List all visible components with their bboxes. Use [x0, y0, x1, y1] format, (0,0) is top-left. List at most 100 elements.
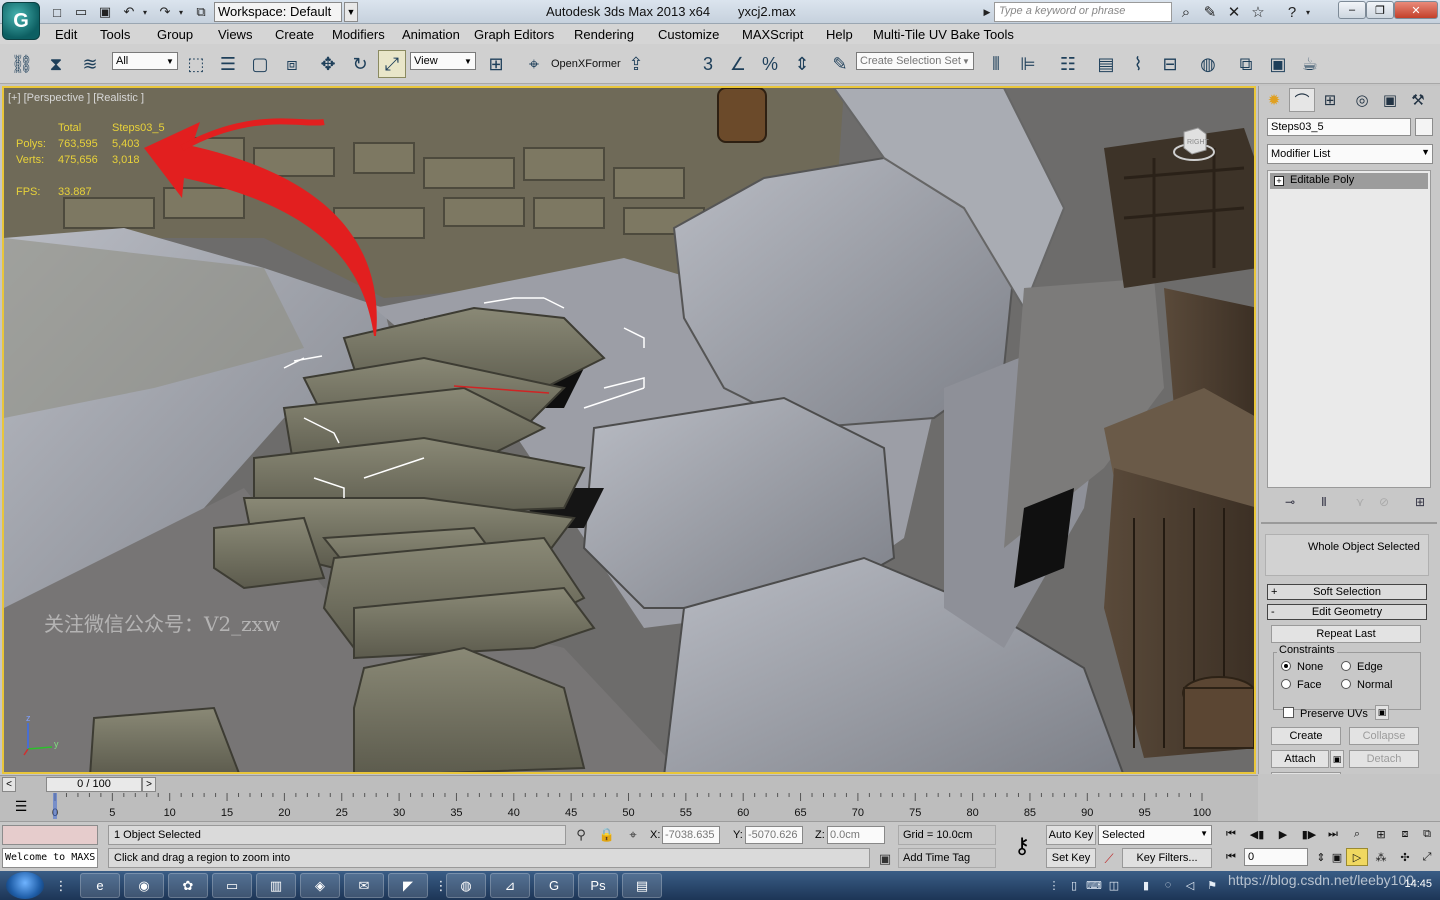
infocenter-search-input[interactable]: Type a keyword or phrase: [994, 2, 1172, 22]
attach-button[interactable]: Attach: [1271, 750, 1329, 768]
close-button[interactable]: ✕: [1394, 1, 1438, 19]
edit-geometry-rollout[interactable]: - Edit Geometry: [1267, 604, 1427, 620]
time-slider-prev-icon[interactable]: <: [2, 777, 16, 792]
photoshop-icon[interactable]: Ps: [578, 873, 618, 898]
redo-dropdown-icon[interactable]: ▾: [176, 3, 186, 21]
openxformer-icon[interactable]: ⌖: [520, 50, 548, 78]
menu-tools[interactable]: Tools: [100, 27, 130, 42]
make-unique-icon[interactable]: ⋎: [1351, 494, 1369, 510]
workspace-dropdown[interactable]: Workspace: Default: [214, 2, 342, 22]
layer-manager-icon[interactable]: ☷: [1054, 50, 1082, 78]
previous-frame-icon[interactable]: ◀▮: [1246, 825, 1268, 843]
keyboard-shortcut-override-icon[interactable]: ⇪: [622, 50, 650, 78]
mirror-icon[interactable]: ⫴: [982, 50, 1010, 78]
favorites-star-icon[interactable]: ☆: [1248, 3, 1268, 21]
undo-dropdown-icon[interactable]: ▾: [140, 3, 150, 21]
time-slider[interactable]: < 0 / 100 >: [0, 775, 1258, 793]
notepad-icon[interactable]: ▤: [622, 873, 662, 898]
select-and-scale-icon[interactable]: ⤢: [378, 50, 406, 78]
tray-flag-icon[interactable]: ⚑: [1204, 877, 1220, 893]
app-icon-globe[interactable]: ◍: [446, 873, 486, 898]
time-tag-icon[interactable]: ▣: [876, 850, 894, 868]
create-button[interactable]: Create: [1271, 727, 1341, 745]
modifier-list-dropdown[interactable]: Modifier List ▼: [1267, 144, 1433, 164]
collapse-button[interactable]: Collapse: [1349, 727, 1419, 745]
select-object-icon[interactable]: ⬚: [182, 50, 210, 78]
menu-rendering[interactable]: Rendering: [574, 27, 634, 42]
perspective-viewport[interactable]: [+] [Perspective ] [Realistic ] Total St…: [2, 86, 1256, 774]
menu-modifiers[interactable]: Modifiers: [332, 27, 385, 42]
chart-app-icon[interactable]: ▥: [256, 873, 296, 898]
window-crossing-icon[interactable]: ⧈: [278, 50, 306, 78]
y-coord-field[interactable]: -5070.626: [745, 826, 803, 844]
selection-filter-dropdown[interactable]: All ▼: [112, 52, 178, 70]
named-selection-dropdown[interactable]: Create Selection Set ▼: [856, 52, 974, 70]
maximize-viewport-icon[interactable]: ⤢: [1416, 848, 1438, 866]
bind-spacewarp-icon[interactable]: ≋: [76, 50, 104, 78]
menu-multitile-uv[interactable]: Multi-Tile UV Bake Tools: [873, 27, 1014, 42]
rectangular-selection-icon[interactable]: ▢: [246, 50, 274, 78]
percent-snap-icon[interactable]: %: [756, 50, 784, 78]
photo-app-icon[interactable]: ✿: [168, 873, 208, 898]
create-tab-icon[interactable]: ✹: [1261, 88, 1287, 112]
configure-modifier-sets-icon[interactable]: ⊞: [1411, 494, 1429, 510]
chrome-icon[interactable]: ◉: [124, 873, 164, 898]
minimize-button[interactable]: –: [1338, 1, 1366, 19]
curve-editor-icon[interactable]: ⌇: [1124, 50, 1152, 78]
utilities-tab-icon[interactable]: ⚒: [1405, 88, 1431, 112]
spinner-snap-icon[interactable]: ⇕: [788, 50, 816, 78]
pin-stack-icon[interactable]: ⊸: [1281, 494, 1299, 510]
show-end-result-icon[interactable]: Ⅱ: [1315, 494, 1333, 510]
project-folder-icon[interactable]: ⧉: [192, 3, 210, 21]
time-slider-next-icon[interactable]: >: [142, 777, 156, 792]
object-color-swatch[interactable]: [1415, 118, 1433, 136]
play-icon[interactable]: ▶: [1272, 825, 1294, 843]
remove-modifier-icon[interactable]: ⊘: [1375, 494, 1393, 510]
tray-network-icon[interactable]: ◌: [1160, 877, 1176, 893]
app-icon-green[interactable]: ◤: [388, 873, 428, 898]
tray-app-icon[interactable]: ◫: [1106, 877, 1122, 893]
app-menu-button[interactable]: G: [2, 2, 40, 40]
z-coord-field[interactable]: 0.0cm: [827, 826, 885, 844]
menu-help[interactable]: Help: [826, 27, 853, 42]
menu-create[interactable]: Create: [275, 27, 314, 42]
maxscript-listener-mini[interactable]: [2, 825, 98, 845]
hierarchy-tab-icon[interactable]: ⊞: [1317, 88, 1343, 112]
soft-selection-rollout[interactable]: + Soft Selection: [1267, 584, 1427, 600]
time-slider-thumb[interactable]: 0 / 100: [46, 777, 142, 792]
menu-maxscript[interactable]: MAXScript: [742, 27, 803, 42]
angle-snap-icon[interactable]: ∠: [724, 50, 752, 78]
communication-icon[interactable]: ✕: [1224, 3, 1244, 21]
open-file-icon[interactable]: ▭: [72, 3, 90, 21]
schematic-view-icon[interactable]: ⊟: [1156, 50, 1184, 78]
select-and-rotate-icon[interactable]: ↻: [346, 50, 374, 78]
zoom-extents-icon[interactable]: ⧈: [1394, 825, 1416, 843]
menu-animation[interactable]: Animation: [402, 27, 460, 42]
menu-group[interactable]: Group: [157, 27, 193, 42]
tray-pdf-icon[interactable]: ▯: [1066, 877, 1082, 893]
motion-tab-icon[interactable]: ◎: [1349, 88, 1375, 112]
3dsmax-task-icon[interactable]: G: [534, 873, 574, 898]
add-time-tag-button[interactable]: Add Time Tag: [898, 848, 996, 868]
ie-browser-icon[interactable]: e: [80, 873, 120, 898]
render-production-icon[interactable]: ☕: [1296, 50, 1324, 78]
viewcube[interactable]: RIGHT: [1172, 122, 1216, 166]
select-and-link-icon[interactable]: ⛓: [8, 50, 36, 78]
object-name-field[interactable]: Steps03_5: [1267, 118, 1411, 136]
stack-item-editable-poly[interactable]: + Editable Poly: [1270, 173, 1428, 189]
start-button[interactable]: [6, 872, 44, 899]
explorer-icon[interactable]: ▭: [212, 873, 252, 898]
display-tab-icon[interactable]: ▣: [1377, 88, 1403, 112]
preserve-uvs-settings-button[interactable]: ▣: [1375, 705, 1389, 720]
repeat-last-button[interactable]: Repeat Last: [1271, 625, 1421, 643]
new-file-icon[interactable]: □: [48, 3, 66, 21]
preserve-uvs-checkbox[interactable]: [1283, 707, 1294, 718]
snaps-toggle-icon[interactable]: 3: [694, 50, 722, 78]
key-mode-toggle-icon[interactable]: ⏮: [1220, 848, 1242, 866]
edit-named-selection-icon[interactable]: ✎: [826, 50, 854, 78]
set-keys-key-icon[interactable]: ⚷: [1000, 832, 1044, 860]
unlink-icon[interactable]: ⧗: [42, 50, 70, 78]
walk-through-icon[interactable]: ⁂: [1370, 848, 1392, 866]
material-editor-icon[interactable]: ◍: [1194, 50, 1222, 78]
subscription-icon[interactable]: ✎: [1200, 3, 1220, 21]
